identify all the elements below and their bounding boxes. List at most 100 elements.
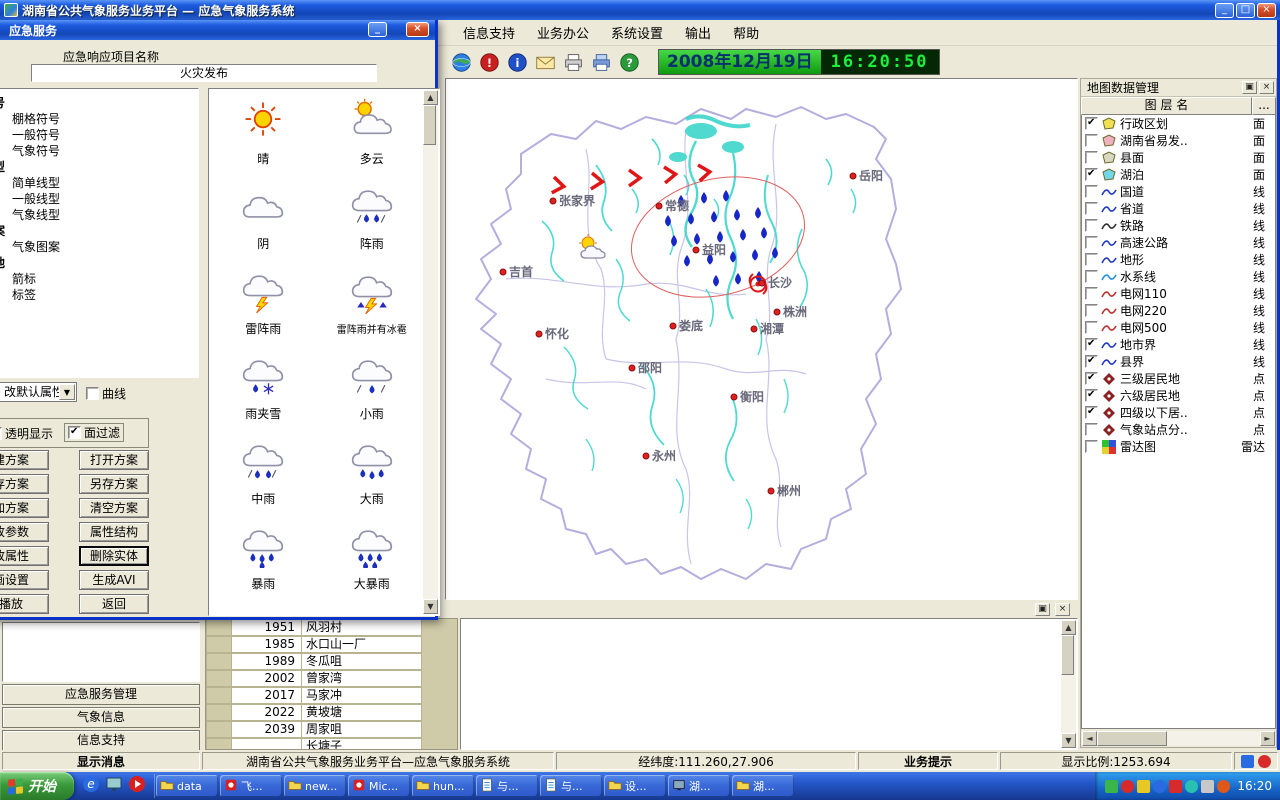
layer-checkbox[interactable] bbox=[1085, 406, 1098, 419]
weather-symbol[interactable]: 晴 bbox=[209, 89, 318, 174]
pin-icon[interactable]: ▣ bbox=[1242, 81, 1257, 94]
table-row[interactable]: 2039周家咀 bbox=[206, 721, 457, 738]
panel-close-icon[interactable]: × bbox=[1259, 81, 1274, 94]
dialog-close-button[interactable]: × bbox=[406, 22, 429, 37]
layer-checkbox[interactable] bbox=[1085, 151, 1098, 164]
menu-item-4[interactable]: 帮助 bbox=[722, 20, 770, 45]
tree-item[interactable]: 一般线型 bbox=[0, 191, 198, 207]
pin-icon[interactable]: ▣ bbox=[1035, 603, 1050, 616]
help-icon[interactable]: ? bbox=[616, 49, 642, 75]
layer-row[interactable]: 气象站点分..点 bbox=[1082, 421, 1275, 438]
info-support-button[interactable]: 信息支持 bbox=[2, 730, 200, 751]
row-selector[interactable] bbox=[206, 704, 232, 721]
task-button[interactable]: 与... bbox=[540, 775, 602, 797]
layer-row[interactable]: 电网110线 bbox=[1082, 285, 1275, 302]
maximize-button[interactable]: □ bbox=[1236, 3, 1255, 18]
dialog-button[interactable]: 生成AVI bbox=[79, 570, 149, 590]
layer-checkbox[interactable] bbox=[1085, 168, 1098, 181]
layer-row[interactable]: 四级以下居..点 bbox=[1082, 404, 1275, 421]
tree-item[interactable]: 简单线型 bbox=[0, 175, 198, 191]
table-row[interactable]: 长塘子 bbox=[206, 738, 457, 750]
tray-icon[interactable] bbox=[1153, 780, 1166, 793]
print-icon[interactable] bbox=[560, 49, 586, 75]
table-row[interactable]: 1951风羽村 bbox=[206, 619, 457, 636]
message-display-area[interactable]: ▲ ▼ bbox=[460, 618, 1078, 750]
task-button[interactable]: 与... bbox=[476, 775, 538, 797]
dialog-button[interactable]: 返回 bbox=[79, 594, 149, 614]
layer-row[interactable]: 地市界线 bbox=[1082, 336, 1275, 353]
tree-item[interactable]: 棚格符号 bbox=[0, 111, 198, 127]
tree-item[interactable]: 气象符号 bbox=[0, 143, 198, 159]
export-icon[interactable] bbox=[588, 49, 614, 75]
chevron-down-icon[interactable]: ▼ bbox=[59, 384, 75, 400]
layers-horizontal-scrollbar[interactable]: ◄ ► bbox=[1082, 731, 1275, 746]
dialog-button[interactable]: 删除实体 bbox=[79, 546, 149, 566]
curve-checkbox[interactable]: 曲线 bbox=[86, 385, 126, 402]
dialog-button[interactable]: 属性结构 bbox=[79, 522, 149, 542]
message-close-icon[interactable]: × bbox=[1055, 603, 1070, 616]
row-selector[interactable] bbox=[206, 653, 232, 670]
layer-checkbox[interactable] bbox=[1085, 134, 1098, 147]
task-button[interactable]: 湖... bbox=[668, 775, 730, 797]
start-button[interactable]: 开始 bbox=[0, 772, 74, 800]
layer-row[interactable]: 县界线 bbox=[1082, 353, 1275, 370]
row-selector[interactable] bbox=[206, 619, 232, 636]
layer-checkbox[interactable] bbox=[1085, 423, 1098, 436]
close-button[interactable]: × bbox=[1257, 3, 1276, 18]
transparent-checkbox[interactable]: 透明显示 bbox=[0, 425, 53, 442]
layer-row[interactable]: 省道线 bbox=[1082, 200, 1275, 217]
task-button[interactable]: hun... bbox=[412, 775, 474, 797]
layer-checkbox[interactable] bbox=[1085, 236, 1098, 249]
table-row[interactable]: 2022黄坡塘 bbox=[206, 704, 457, 721]
tray-icon[interactable] bbox=[1185, 780, 1198, 793]
tray-icon[interactable] bbox=[1121, 780, 1134, 793]
weather-symbol[interactable]: 雷阵雨并有冰雹 bbox=[318, 259, 427, 344]
default-attr-combobox[interactable]: 改默认属性 ▼ bbox=[0, 382, 77, 402]
message-vertical-scrollbar[interactable]: ▲ ▼ bbox=[1061, 620, 1076, 748]
layer-row[interactable]: 水系线线 bbox=[1082, 268, 1275, 285]
row-selector[interactable] bbox=[206, 721, 232, 738]
weather-symbol[interactable]: 暴雨 bbox=[209, 514, 318, 599]
table-row[interactable]: 2017马家冲 bbox=[206, 687, 457, 704]
tree-item[interactable]: 气象线型 bbox=[0, 207, 198, 223]
menu-item-0[interactable]: 信息支持 bbox=[452, 20, 526, 45]
mail-icon[interactable] bbox=[532, 49, 558, 75]
layer-row[interactable]: 雷达图雷达 bbox=[1082, 438, 1275, 455]
dialog-button[interactable]: 改属性 bbox=[0, 546, 49, 566]
dialog-button[interactable]: 另存方案 bbox=[79, 474, 149, 494]
hunan-province-map[interactable]: 岳阳张家界常德益阳长沙吉首娄底株洲湘潭怀化邵阳衡阳永州郴州 bbox=[446, 79, 1077, 599]
task-button[interactable]: 飞... bbox=[220, 775, 282, 797]
table-row[interactable]: 2002曾家湾 bbox=[206, 670, 457, 687]
tray-icon[interactable] bbox=[1169, 780, 1182, 793]
layer-row[interactable]: 三级居民地点 bbox=[1082, 370, 1275, 387]
task-button[interactable]: data bbox=[156, 775, 218, 797]
tree-item[interactable]: 案 bbox=[0, 223, 198, 239]
tray-icon[interactable] bbox=[1201, 780, 1214, 793]
layer-checkbox[interactable] bbox=[1085, 202, 1098, 215]
alert-icon[interactable]: ! bbox=[476, 49, 502, 75]
dialog-button[interactable]: 播放 bbox=[0, 594, 49, 614]
layer-checkbox[interactable] bbox=[1085, 270, 1098, 283]
task-button[interactable]: new... bbox=[284, 775, 346, 797]
scroll-right-icon[interactable]: ► bbox=[1260, 731, 1275, 746]
tray-icon[interactable] bbox=[1105, 780, 1118, 793]
row-selector[interactable] bbox=[206, 738, 232, 750]
table-row[interactable]: 1989冬瓜咀 bbox=[206, 653, 457, 670]
task-button[interactable]: Mic... bbox=[348, 775, 410, 797]
layer-name-column-header[interactable]: 图 层 名 bbox=[1081, 97, 1252, 115]
layer-row[interactable]: 地形线 bbox=[1082, 251, 1275, 268]
project-name-input[interactable]: 火灾发布 bbox=[31, 64, 377, 82]
tree-item[interactable]: 号 bbox=[0, 95, 198, 111]
scroll-down-icon[interactable]: ▼ bbox=[423, 599, 438, 614]
menu-item-3[interactable]: 输出 bbox=[674, 20, 722, 45]
layer-row[interactable]: 湖泊面 bbox=[1082, 166, 1275, 183]
weather-symbol[interactable]: 阴 bbox=[209, 174, 318, 259]
layer-row[interactable]: 电网220线 bbox=[1082, 302, 1275, 319]
layer-row[interactable]: 行政区划面 bbox=[1082, 115, 1275, 132]
menu-item-2[interactable]: 系统设置 bbox=[600, 20, 674, 45]
tree-item[interactable]: 箭标 bbox=[0, 271, 198, 287]
area-filter-checkbox[interactable]: 面过滤 bbox=[64, 423, 124, 442]
scroll-down-icon[interactable]: ▼ bbox=[1061, 733, 1076, 748]
symbol-vertical-scrollbar[interactable]: ▲ ▼ bbox=[423, 90, 438, 614]
more-columns-button[interactable]: ... bbox=[1252, 97, 1276, 115]
